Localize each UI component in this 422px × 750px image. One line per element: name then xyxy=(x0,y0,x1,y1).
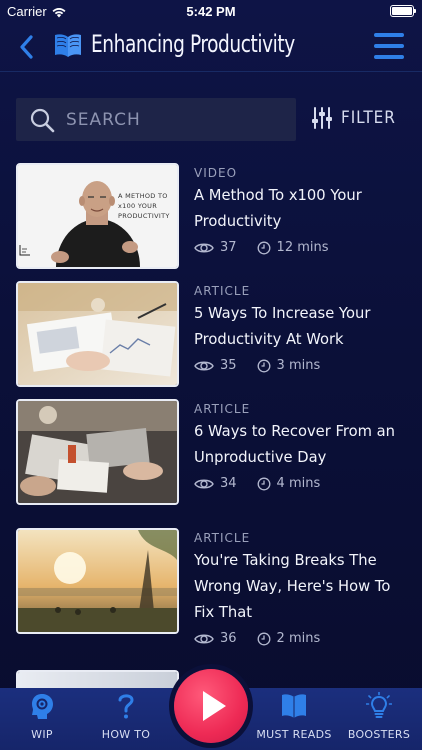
page-title: Enhancing Productivity xyxy=(91,30,295,58)
views-stat: 36 xyxy=(194,631,237,646)
item-type: ARTICLE xyxy=(194,531,251,545)
item-title[interactable]: 5 Ways To Increase Your Productivity At … xyxy=(194,300,405,352)
sliders-icon xyxy=(312,107,332,129)
tab-wip[interactable]: WIP xyxy=(2,692,82,741)
duration: 4 mins xyxy=(276,476,321,491)
views-stat: 34 xyxy=(194,476,237,491)
item-meta: ARTICLE 5 Ways To Increase Your Producti… xyxy=(194,284,406,373)
item-title[interactable]: You're Taking Breaks The Wrong Way, Here… xyxy=(194,547,405,625)
search-box[interactable] xyxy=(16,98,296,141)
menu-bar-2 xyxy=(374,44,404,48)
play-icon xyxy=(203,691,226,721)
item-thumbnail[interactable] xyxy=(16,281,179,387)
duration: 12 mins xyxy=(276,240,329,255)
question-mark-icon xyxy=(118,694,134,719)
open-book-icon xyxy=(282,694,306,718)
item-meta: VIDEO A Method To x100 Your Productivity… xyxy=(194,166,406,255)
duration-stat: 3 mins xyxy=(257,358,321,373)
view-count: 36 xyxy=(220,631,237,646)
head-gear-icon xyxy=(32,694,53,719)
battery-icon xyxy=(390,5,416,17)
menu-bar-3 xyxy=(374,55,404,59)
thumbnail-caption: A METHOD TO x100 YOUR PRODUCTIVITY xyxy=(118,192,170,220)
eye-icon xyxy=(194,634,214,643)
status-bar: Carrier 5:42 PM xyxy=(0,0,422,22)
lightbulb-icon xyxy=(365,691,393,718)
item-type: VIDEO xyxy=(194,166,238,180)
article-thumbnail-image xyxy=(18,530,177,632)
clock-icon xyxy=(257,359,270,372)
duration-stat: 12 mins xyxy=(257,240,329,255)
tab-boosters[interactable]: BOOSTERS xyxy=(339,691,419,741)
duration-stat: 4 mins xyxy=(257,476,321,491)
item-type: ARTICLE xyxy=(194,402,251,416)
duration: 2 mins xyxy=(276,631,321,646)
menu-bar-1 xyxy=(374,33,404,37)
tab-label: WIP xyxy=(31,728,53,741)
item-thumbnail[interactable] xyxy=(16,528,179,634)
item-type: ARTICLE xyxy=(194,284,251,298)
item-stats: 37 12 mins xyxy=(194,240,406,255)
eye-icon xyxy=(194,479,214,488)
tab-label: HOW TO xyxy=(101,728,151,741)
clock-icon xyxy=(257,241,270,254)
filter-label: FILTER xyxy=(341,108,396,128)
item-thumbnail[interactable] xyxy=(16,670,179,690)
view-count: 35 xyxy=(220,358,237,373)
item-stats: 35 3 mins xyxy=(194,358,406,373)
back-button[interactable] xyxy=(16,34,38,60)
article-thumbnail-image xyxy=(18,283,177,385)
item-thumbnail[interactable]: A METHOD TO x100 YOUR PRODUCTIVITY xyxy=(16,163,179,269)
views-stat: 35 xyxy=(194,358,237,373)
item-title[interactable]: 6 Ways to Recover From an Unproductive D… xyxy=(194,418,405,470)
view-count: 37 xyxy=(220,240,237,255)
duration: 3 mins xyxy=(276,358,321,373)
search-icon xyxy=(30,108,55,133)
menu-button[interactable] xyxy=(374,33,404,59)
tab-must-reads[interactable]: MUST READS xyxy=(254,692,334,741)
filter-button[interactable]: FILTER xyxy=(311,106,402,130)
clock-icon xyxy=(257,632,270,645)
item-stats: 34 4 mins xyxy=(194,476,406,491)
item-thumbnail[interactable] xyxy=(16,399,179,505)
eye-icon xyxy=(194,361,214,370)
search-input[interactable] xyxy=(66,98,286,141)
tab-how-to[interactable]: HOW TO xyxy=(86,692,166,741)
play-button[interactable] xyxy=(174,669,248,743)
status-time: 5:42 PM xyxy=(186,4,236,19)
nav-bar: Enhancing Productivity xyxy=(0,22,422,72)
view-count: 34 xyxy=(220,476,237,491)
item-meta: ARTICLE 6 Ways to Recover From an Unprod… xyxy=(194,402,406,491)
clock-icon xyxy=(257,477,270,490)
article-thumbnail-image xyxy=(18,401,177,503)
eye-icon xyxy=(194,243,214,252)
duration-stat: 2 mins xyxy=(257,631,321,646)
item-meta: ARTICLE You're Taking Breaks The Wrong W… xyxy=(194,531,406,646)
tab-label: BOOSTERS xyxy=(347,728,411,741)
tab-label: MUST READS xyxy=(256,728,332,741)
item-title[interactable]: A Method To x100 Your Productivity xyxy=(194,182,405,234)
book-icon xyxy=(55,34,81,57)
item-stats: 36 2 mins xyxy=(194,631,406,646)
views-stat: 37 xyxy=(194,240,237,255)
